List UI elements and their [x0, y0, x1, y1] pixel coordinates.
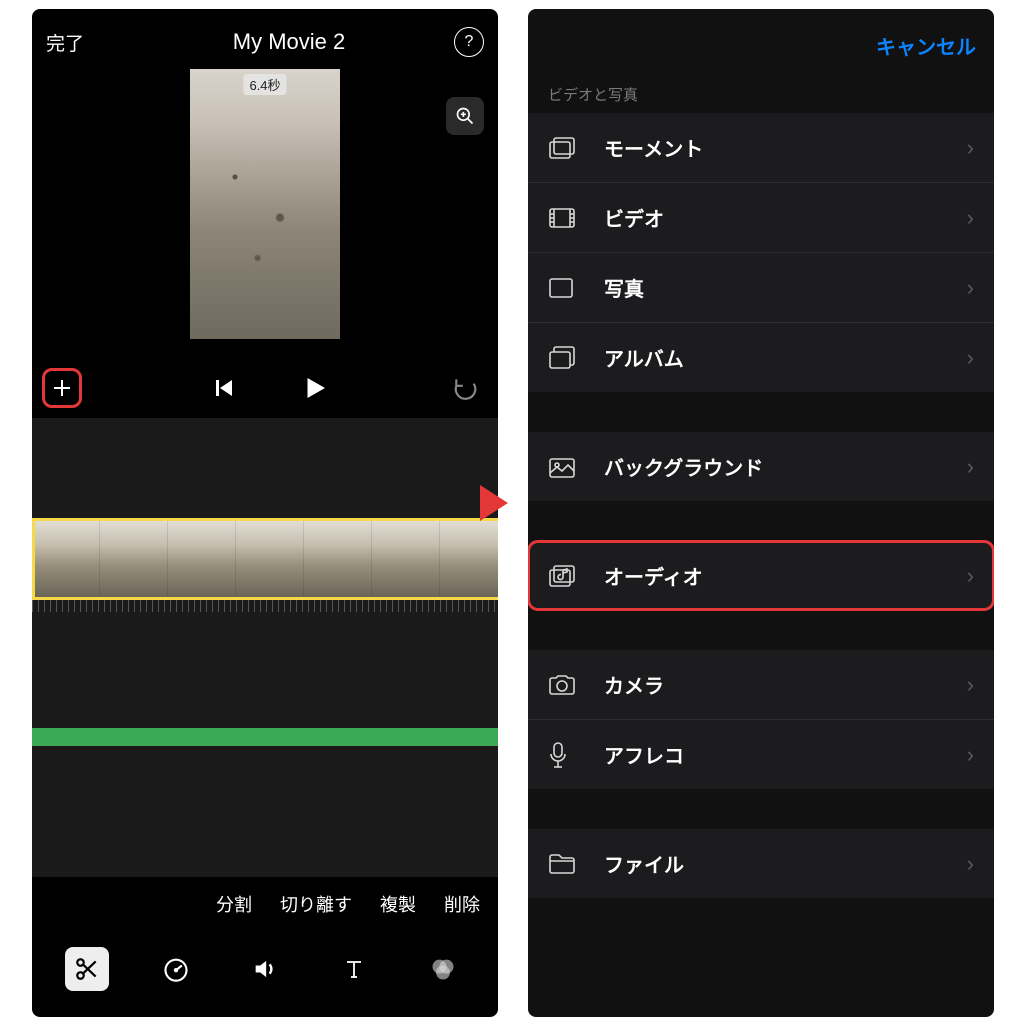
chevron-right-icon: › — [967, 851, 974, 877]
clip-strip[interactable] — [32, 518, 498, 600]
delete-button[interactable]: 削除 — [444, 891, 480, 917]
menu-item-photo[interactable]: 写真 › — [528, 252, 994, 322]
picker-header: キャンセル — [528, 9, 994, 74]
menu-group-media: モーメント › ビデオ › 写真 › アルバム › — [528, 113, 994, 392]
menu-item-moments[interactable]: モーメント › — [528, 113, 994, 182]
chevron-right-icon: › — [967, 345, 974, 371]
speed-tool[interactable] — [154, 947, 198, 991]
video-icon — [548, 205, 578, 231]
volume-tool[interactable] — [243, 947, 287, 991]
text-tool[interactable] — [332, 947, 376, 991]
mic-icon — [548, 742, 578, 768]
duration-badge: 6.4秒 — [243, 74, 286, 95]
menu-item-background[interactable]: バックグラウンド › — [528, 432, 994, 501]
menu-group-background: バックグラウンド › — [528, 432, 994, 501]
duplicate-button[interactable]: 複製 — [380, 891, 416, 917]
menu-label: ファイル — [604, 849, 967, 878]
camera-icon — [548, 672, 578, 698]
menu-item-video[interactable]: ビデオ › — [528, 182, 994, 252]
editor-screen: 完了 My Movie 2 ? 6.4秒 分割 切り離す — [32, 9, 498, 1017]
menu-item-audio[interactable]: オーディオ › — [528, 541, 994, 610]
split-button[interactable]: 分割 — [216, 891, 252, 917]
add-media-button[interactable] — [42, 368, 82, 408]
play-button[interactable] — [300, 372, 330, 404]
menu-item-album[interactable]: アルバム › — [528, 322, 994, 392]
menu-group-file: ファイル › — [528, 829, 994, 898]
album-icon — [548, 345, 578, 371]
arrow-icon — [480, 485, 508, 521]
menu-label: カメラ — [604, 670, 967, 699]
menu-item-voiceover[interactable]: アフレコ › — [528, 719, 994, 789]
menu-group-capture: カメラ › アフレコ › — [528, 650, 994, 789]
clip-actions: 分割 切り離す 複製 削除 — [32, 877, 498, 931]
photo-icon — [548, 275, 578, 301]
menu-group-audio: オーディオ › — [528, 541, 994, 610]
folder-icon — [548, 851, 578, 877]
section-label: ビデオと写真 — [528, 74, 994, 113]
audio-icon — [548, 563, 578, 589]
menu-label: アルバム — [604, 343, 967, 372]
menu-item-camera[interactable]: カメラ › — [528, 650, 994, 719]
audio-track[interactable] — [32, 728, 498, 746]
playback-controls — [32, 362, 498, 418]
previous-button[interactable] — [212, 375, 236, 401]
cancel-button[interactable]: キャンセル — [876, 31, 976, 60]
toolbar — [32, 931, 498, 1017]
timeline-ruler — [32, 600, 498, 612]
scissors-tool[interactable] — [65, 947, 109, 991]
menu-item-file[interactable]: ファイル › — [528, 829, 994, 898]
done-button[interactable]: 完了 — [46, 29, 84, 56]
media-picker-screen: キャンセル ビデオと写真 モーメント › ビデオ › 写真 › アルバム › バ… — [528, 9, 994, 1017]
chevron-right-icon: › — [967, 454, 974, 480]
chevron-right-icon: › — [967, 135, 974, 161]
moments-icon — [548, 135, 578, 161]
undo-button[interactable] — [450, 375, 480, 401]
chevron-right-icon: › — [967, 563, 974, 589]
project-title: My Movie 2 — [233, 29, 345, 55]
timeline[interactable] — [32, 418, 498, 877]
chevron-right-icon: › — [967, 742, 974, 768]
preview-area: 6.4秒 — [32, 67, 498, 362]
menu-label: バックグラウンド — [604, 452, 967, 481]
video-preview[interactable]: 6.4秒 — [190, 69, 340, 339]
filters-tool[interactable] — [421, 947, 465, 991]
menu-label: アフレコ — [604, 740, 967, 769]
zoom-button[interactable] — [446, 97, 484, 135]
editor-header: 完了 My Movie 2 ? — [32, 9, 498, 67]
menu-label: モーメント — [604, 133, 967, 162]
chevron-right-icon: › — [967, 672, 974, 698]
chevron-right-icon: › — [967, 205, 974, 231]
background-icon — [548, 454, 578, 480]
chevron-right-icon: › — [967, 275, 974, 301]
help-button[interactable]: ? — [454, 27, 484, 57]
menu-label: 写真 — [604, 273, 967, 302]
detach-button[interactable]: 切り離す — [280, 891, 352, 917]
menu-label: ビデオ — [604, 203, 967, 232]
menu-label: オーディオ — [604, 561, 967, 590]
